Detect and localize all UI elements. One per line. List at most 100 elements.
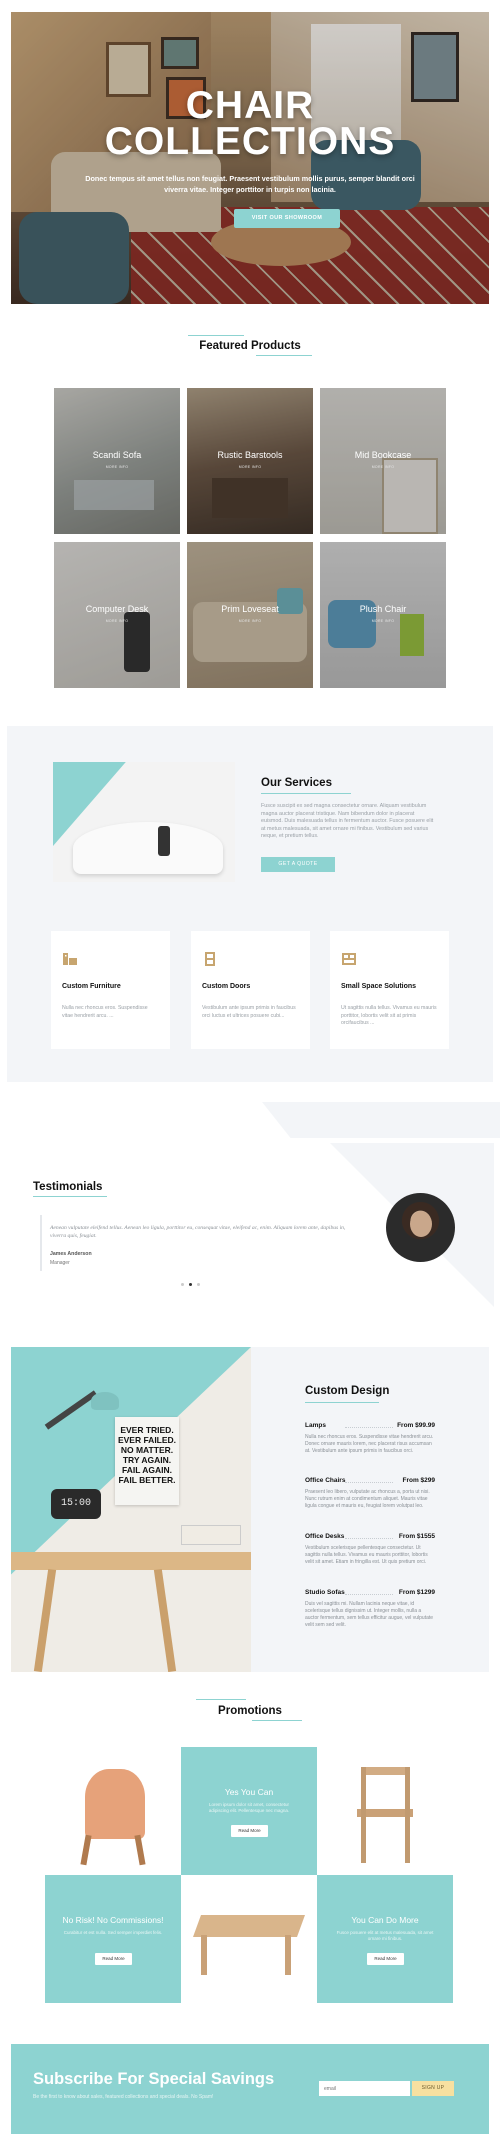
promo-image-chair: [45, 1747, 181, 1875]
price-row: Lamps From $99.99: [305, 1422, 435, 1432]
item-name: Office Chairs: [305, 1477, 346, 1484]
books: [181, 1525, 241, 1545]
section-divider: [256, 355, 312, 356]
price-row: Office Desks From $1555: [305, 1533, 435, 1543]
vase: [158, 826, 170, 856]
slider-dot[interactable]: [197, 1283, 200, 1286]
product-more-info[interactable]: MORE INFO: [320, 619, 446, 623]
desk-top: [11, 1552, 251, 1570]
poster-line: FAIL AGAIN.: [121, 1465, 173, 1475]
promo-card: Yes You Can Lorem ipsum dolor sit amet, …: [181, 1747, 317, 1875]
chair-leg: [405, 1767, 410, 1863]
hero-title: CHAIR COLLECTIONS: [104, 84, 396, 163]
furniture-icon: [63, 953, 77, 965]
testimonials-title: Testimonials: [33, 1181, 103, 1193]
section-divider: [261, 793, 351, 794]
section-divider: [305, 1402, 379, 1403]
promo-title: No Risk! No Commissions!: [62, 1915, 164, 1925]
service-title: Small Space Solutions: [341, 983, 417, 990]
hero-banner: CHAIR COLLECTIONS Donec tempus sit amet …: [11, 12, 489, 304]
clock: 15:00: [51, 1489, 101, 1519]
sign-up-button[interactable]: SIGN UP: [412, 2081, 454, 2096]
poster-line: NO MATTER.: [120, 1445, 174, 1455]
item-text: Nulla nec rhoncus eros. Suspendisse vita…: [305, 1434, 434, 1454]
item-text: Duis vel sagittis mi. Nullam lacinia neq…: [305, 1601, 434, 1628]
promo-text: Curabitur et est nulla. Sed semper imper…: [63, 1930, 163, 1935]
promo-text: Lorem ipsum dolor sit amet, consectetur …: [208, 1802, 290, 1813]
product-overlay: [54, 542, 180, 688]
product-name: Scandi Sofa: [92, 450, 142, 460]
item-price: From $1555: [398, 1533, 435, 1540]
product-name: Prim Loveseat: [221, 604, 279, 614]
bench-leg: [201, 1935, 207, 1975]
product-more-info[interactable]: MORE INFO: [187, 619, 313, 623]
avatar: [386, 1193, 455, 1262]
desk-leg: [153, 1568, 177, 1672]
visit-showroom-button[interactable]: VISIT OUR SHOWROOM: [234, 209, 340, 228]
custom-design-title: Custom Design: [305, 1385, 390, 1397]
chair-leg: [80, 1834, 92, 1866]
product-name: Mid Bookcase: [354, 450, 412, 460]
product-overlay: [187, 388, 313, 534]
get-quote-button[interactable]: GET A QUOTE: [261, 857, 335, 872]
poster-line: EVER FAILED.: [117, 1435, 177, 1445]
read-more-button[interactable]: Read More: [95, 1953, 132, 1965]
dotted-leader: [345, 1594, 393, 1595]
chair-leg: [134, 1834, 146, 1866]
services-text: Fusce suscipit ex sed magna consectetur …: [261, 803, 434, 840]
subscribe-text: Be the first to know about sales, featur…: [33, 2094, 214, 2100]
product-card[interactable]: Plush Chair MORE INFO: [320, 542, 446, 688]
section-divider: [188, 335, 244, 336]
product-card[interactable]: Prim Loveseat MORE INFO: [187, 542, 313, 688]
poster-line: EVER TRIED.: [120, 1425, 174, 1435]
bench-top: [192, 1915, 306, 1937]
promo-title: You Can Do More: [351, 1915, 419, 1925]
price-row: Office Chairs From $299: [305, 1477, 435, 1487]
product-card[interactable]: Scandi Sofa MORE INFO: [54, 388, 180, 534]
read-more-button[interactable]: Read More: [231, 1825, 268, 1837]
poster-line: TRY AGAIN.: [122, 1455, 172, 1465]
door-icon: [205, 952, 215, 966]
item-name: Office Desks: [305, 1533, 345, 1540]
dotted-leader: [345, 1538, 393, 1539]
service-text: Nulla nec rhoncus eros. Suspendisse vita…: [62, 1005, 148, 1019]
services-title: Our Services: [261, 777, 332, 789]
dotted-leader: [345, 1427, 393, 1428]
product-more-info[interactable]: MORE INFO: [187, 465, 313, 469]
product-more-info[interactable]: MORE INFO: [320, 465, 446, 469]
product-card[interactable]: Computer Desk MORE INFO: [54, 542, 180, 688]
product-card[interactable]: Rustic Barstools MORE INFO: [187, 388, 313, 534]
product-more-info[interactable]: MORE INFO: [54, 465, 180, 469]
product-overlay: [320, 388, 446, 534]
service-text: Vestibulum ante ipsum primis in faucibus…: [202, 1005, 296, 1019]
product-card[interactable]: Mid Bookcase MORE INFO: [320, 388, 446, 534]
white-lounge-chair: [73, 822, 223, 874]
promo-image-wood-chair: [317, 1747, 453, 1875]
item-price: From $299: [402, 1477, 435, 1484]
item-name: Studio Sofas: [305, 1589, 345, 1596]
price-item: Lamps From $99.99 Nulla nec rhoncus eros.…: [305, 1422, 435, 1455]
testimonial-name: James Anderson: [50, 1251, 92, 1257]
service-title: Custom Doors: [202, 983, 251, 990]
email-field[interactable]: [319, 2081, 410, 2096]
product-name: Computer Desk: [85, 604, 149, 614]
poster: EVER TRIED. EVER FAILED. NO MATTER. TRY …: [115, 1417, 179, 1505]
subscribe-title: Subscribe For Special Savings: [33, 2070, 275, 2088]
product-name: Rustic Barstools: [217, 450, 283, 460]
testimonial-role: Manager: [50, 1260, 70, 1266]
featured-products-title: Featured Products: [199, 340, 301, 352]
promo-card: You Can Do More Fusce posuere elit at me…: [317, 1875, 453, 2003]
promo-text: Fusce posuere elit at metus malesuada, s…: [336, 1930, 434, 1941]
bench-leg: [285, 1935, 291, 1975]
service-title: Custom Furniture: [62, 983, 121, 990]
product-more-info[interactable]: MORE INFO: [54, 619, 180, 623]
custom-design-image: EVER TRIED. EVER FAILED. NO MATTER. TRY …: [11, 1347, 251, 1672]
slider-dot[interactable]: [181, 1283, 184, 1286]
service-card: Custom Doors Vestibulum ante ipsum primi…: [191, 931, 310, 1049]
price-item: Office Desks From $1555 Vestibulum sceler…: [305, 1533, 435, 1566]
read-more-button[interactable]: Read More: [367, 1953, 404, 1965]
hero-text: Donec tempus sit amet tellus non feugiat…: [85, 174, 415, 194]
slider-dot-active[interactable]: [189, 1283, 192, 1286]
product-overlay: [187, 542, 313, 688]
avatar-face: [410, 1211, 432, 1237]
